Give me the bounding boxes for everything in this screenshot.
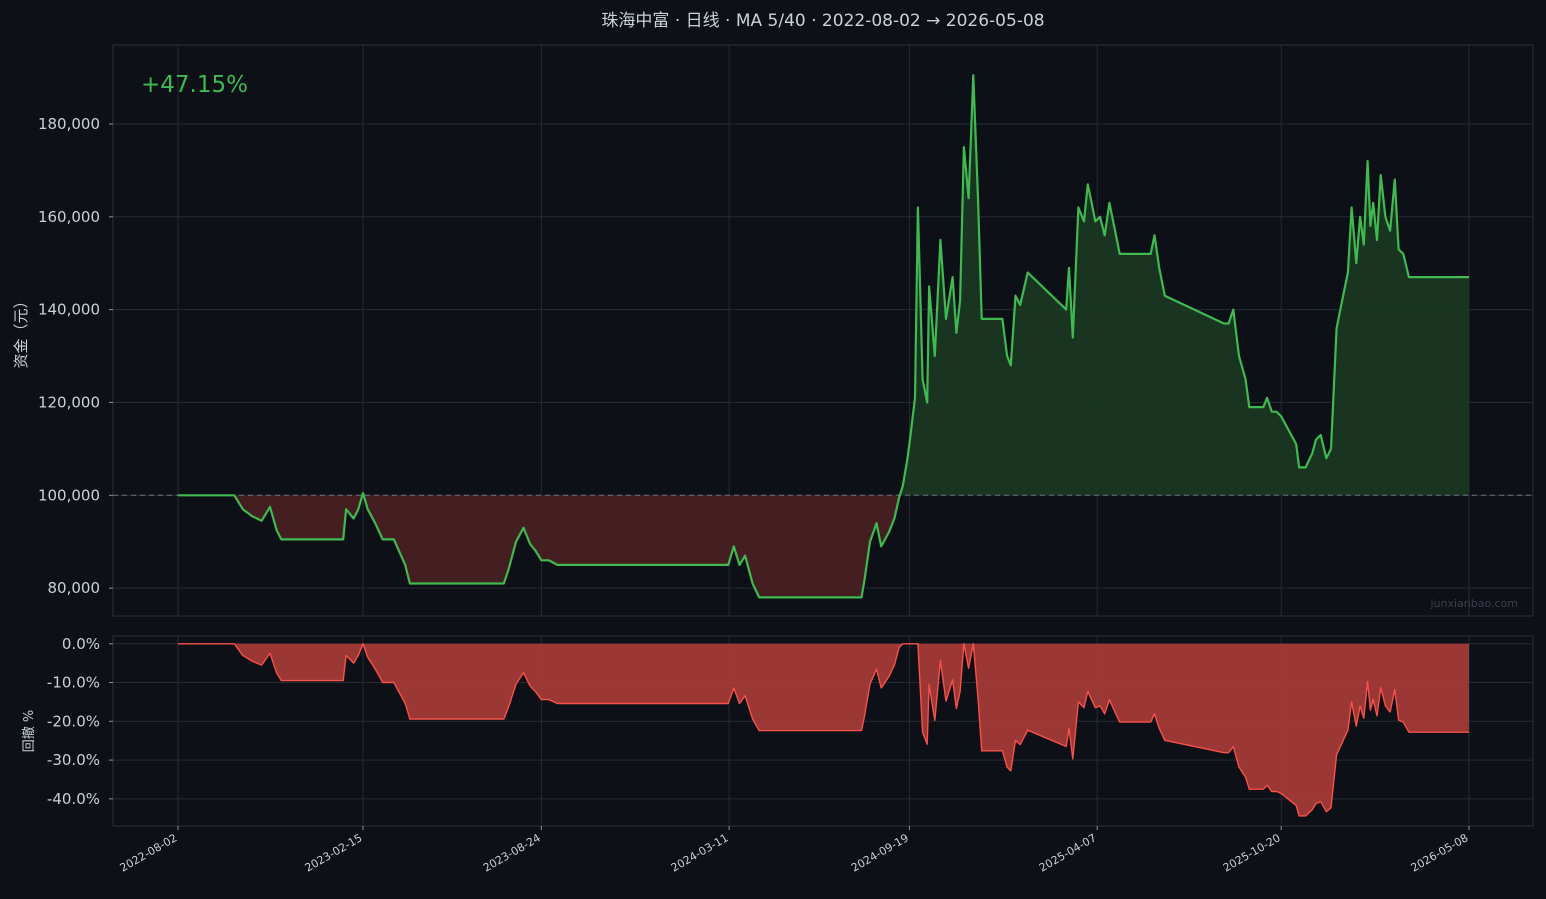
chart-title: 珠海中富 · 日线 · MA 5/40 · 2022-08-02 → 2026-… xyxy=(601,11,1044,31)
watermark: junxianbao.com xyxy=(1429,597,1518,610)
equity-y-tick-label: 180,000 xyxy=(38,115,100,133)
equity-y-tick-label: 120,000 xyxy=(38,393,100,411)
drawdown-y-tick-label: -40.0% xyxy=(47,790,100,808)
equity-y-tick-label: 160,000 xyxy=(38,208,100,226)
backtest-chart: 珠海中富 · 日线 · MA 5/40 · 2022-08-02 → 2026-… xyxy=(0,0,1546,895)
drawdown-y-tick-label: -30.0% xyxy=(47,751,100,769)
return-label: +47.15% xyxy=(141,72,248,98)
drawdown-y-tick-label: -10.0% xyxy=(47,674,100,692)
drawdown-y-tick-label: -20.0% xyxy=(47,712,100,730)
equity-y-tick-label: 80,000 xyxy=(48,579,101,597)
drawdown-y-tick-label: 0.0% xyxy=(62,635,100,653)
chart-canvas: 珠海中富 · 日线 · MA 5/40 · 2022-08-02 → 2026-… xyxy=(0,0,1546,895)
equity-y-axis-label: 资金（元） xyxy=(12,293,30,368)
drawdown-y-axis-label: 回撤 % xyxy=(21,710,37,753)
equity-y-tick-label: 100,000 xyxy=(38,486,100,504)
equity-y-tick-label: 140,000 xyxy=(38,301,100,319)
